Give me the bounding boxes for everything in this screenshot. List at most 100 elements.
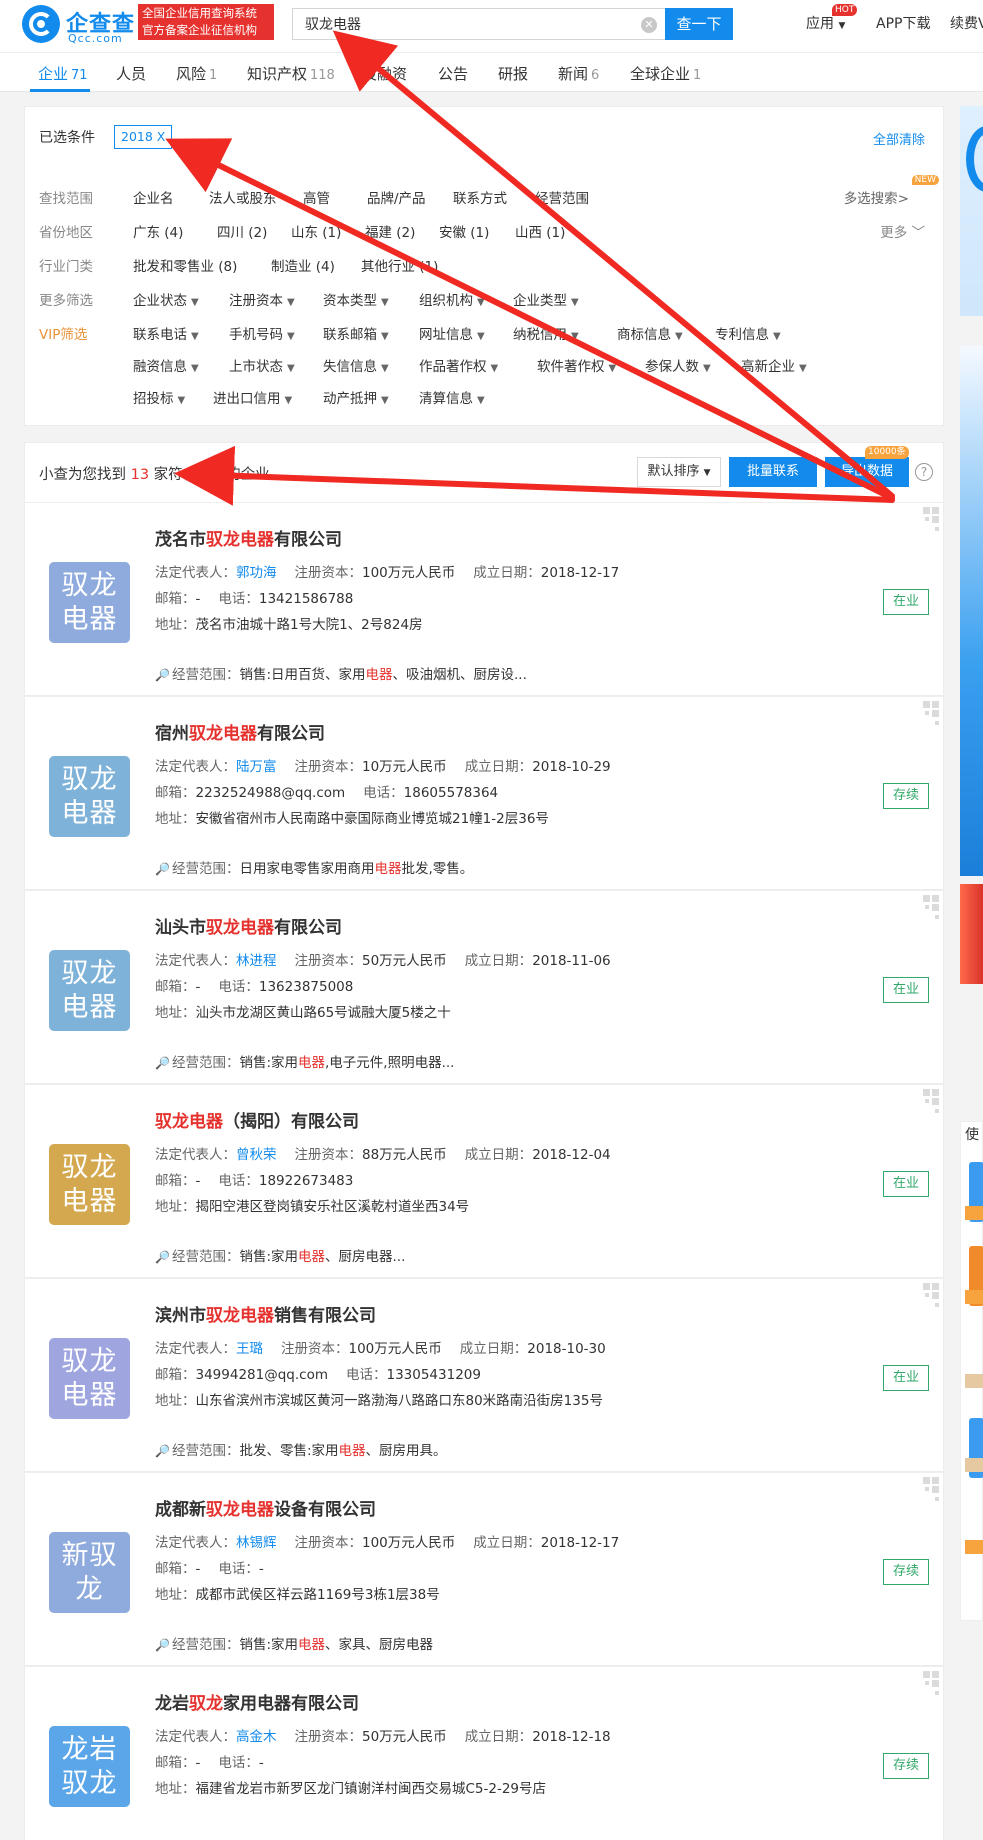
company-name-link[interactable]: 驭龙电器（揭阳）有限公司	[155, 1107, 359, 1132]
filter-dropdown[interactable]: 高新企业 ▼	[741, 355, 807, 375]
qr-code-icon[interactable]	[905, 1281, 941, 1317]
tab-ip[interactable]: 知识产权 118	[247, 63, 335, 84]
filter-dropdown[interactable]: 资本类型 ▼	[323, 289, 389, 309]
company-name-link[interactable]: 宿州驭龙电器有限公司	[155, 719, 325, 744]
filter-dropdown[interactable]: 联系电话 ▼	[133, 323, 199, 343]
more-provinces-link[interactable]: 更多 ﹀	[880, 221, 925, 241]
filter-dropdown[interactable]: 软件著作权 ▼	[537, 355, 616, 375]
filter-option[interactable]: 四川 (2)	[217, 221, 267, 241]
filter-dropdown[interactable]: 融资信息 ▼	[133, 355, 199, 375]
tab-global[interactable]: 全球企业 1	[630, 63, 701, 84]
company-logo[interactable]: 驭龙 电器	[49, 1144, 130, 1225]
filter-dropdown[interactable]: 企业状态 ▼	[133, 289, 199, 309]
nav-app-download[interactable]: APP下载	[876, 13, 930, 33]
tab-investment[interactable]: 投融资	[362, 63, 407, 84]
company-name-link[interactable]: 龙岩驭龙家用电器有限公司	[155, 1689, 359, 1714]
filter-dropdown[interactable]: 上市状态 ▼	[229, 355, 295, 375]
filter-dropdown[interactable]: 失信信息 ▼	[323, 355, 389, 375]
tab-company[interactable]: 企业 71	[38, 63, 88, 84]
company-card[interactable]: 驭龙 电器 滨州市驭龙电器销售有限公司 法定代表人：王璐 注册资本：100万元人民…	[24, 1278, 944, 1472]
qr-code-icon[interactable]	[905, 699, 941, 735]
selected-year-tag[interactable]: 2018 X	[114, 125, 173, 149]
filter-dropdown[interactable]: 联系邮箱 ▼	[323, 323, 389, 343]
multi-select-search-link[interactable]: 多选搜索>	[844, 187, 909, 207]
qr-code-icon[interactable]	[905, 1475, 941, 1511]
qr-code-icon[interactable]	[905, 1669, 941, 1705]
help-icon[interactable]: ?	[915, 463, 933, 481]
filter-option[interactable]: 山东 (1)	[291, 221, 341, 241]
qr-code-icon[interactable]	[905, 893, 941, 929]
filter-option[interactable]: 法人或股东	[209, 187, 277, 207]
filter-dropdown[interactable]: 注册资本 ▼	[229, 289, 295, 309]
side-banner-ad[interactable]	[960, 106, 983, 316]
clear-search-icon[interactable]: ✕	[641, 17, 657, 33]
filter-option[interactable]: 其他行业 (1)	[361, 255, 438, 275]
filter-dropdown[interactable]: 作品著作权 ▼	[419, 355, 498, 375]
company-logo[interactable]: 驭龙 电器	[49, 950, 130, 1031]
company-name-link[interactable]: 茂名市驭龙电器有限公司	[155, 525, 342, 550]
tab-announcement[interactable]: 公告	[438, 63, 468, 84]
filter-option[interactable]: 批发和零售业 (8)	[133, 255, 237, 275]
clear-all-link[interactable]: 全部清除	[873, 129, 925, 148]
filter-option[interactable]: 联系方式	[453, 187, 507, 207]
legal-rep-link[interactable]: 曾秋荣	[236, 1147, 277, 1163]
legal-rep-link[interactable]: 王璐	[236, 1341, 263, 1357]
company-card[interactable]: 龙岩 驭龙 龙岩驭龙家用电器有限公司 法定代表人：高金木 注册资本：50万元人民币…	[24, 1666, 944, 1840]
filter-option[interactable]: 制造业 (4)	[271, 255, 335, 275]
filter-dropdown[interactable]: 纳税信用 ▼	[513, 323, 579, 343]
filter-option[interactable]: 安徽 (1)	[439, 221, 489, 241]
company-name-link[interactable]: 滨州市驭龙电器销售有限公司	[155, 1301, 376, 1326]
company-logo[interactable]: 驭龙 电器	[49, 1338, 130, 1419]
nav-renew-vip[interactable]: 续费VI	[950, 13, 983, 33]
company-logo[interactable]: 驭龙 电器	[49, 756, 130, 837]
filter-option[interactable]: 经营范围	[535, 187, 589, 207]
company-logo[interactable]: 新驭 龙	[49, 1532, 130, 1613]
tab-research[interactable]: 研报	[498, 63, 528, 84]
filter-option[interactable]: 高管	[303, 187, 330, 207]
tab-news[interactable]: 新闻 6	[558, 63, 599, 84]
filter-dropdown[interactable]: 专利信息 ▼	[715, 323, 781, 343]
company-logo[interactable]: 龙岩 驭龙	[49, 1726, 130, 1807]
search-input[interactable]	[293, 9, 633, 39]
nav-app-menu[interactable]: 应用 ▼	[806, 13, 845, 33]
company-card[interactable]: 驭龙 电器 宿州驭龙电器有限公司 法定代表人：陆万富 注册资本：10万元人民币 成立…	[24, 696, 944, 890]
company-card[interactable]: 驭龙 电器 汕头市驭龙电器有限公司 法定代表人：林进程 注册资本：50万元人民币成…	[24, 890, 944, 1084]
search-button[interactable]: 查一下	[665, 8, 733, 40]
company-card[interactable]: 驭龙 电器 茂名市驭龙电器有限公司 法定代表人：郭功海 注册资本：100万元人民币…	[24, 502, 944, 696]
filter-option[interactable]: 福建 (2)	[365, 221, 415, 241]
export-data-button[interactable]: 导出数据	[825, 457, 909, 487]
filter-dropdown[interactable]: 网址信息 ▼	[419, 323, 485, 343]
batch-contact-button[interactable]: 批量联系	[729, 457, 817, 487]
filter-dropdown[interactable]: 组织机构 ▼	[419, 289, 485, 309]
filter-dropdown[interactable]: 企业类型 ▼	[513, 289, 579, 309]
filter-option[interactable]: 品牌/产品	[367, 187, 426, 207]
legal-rep-link[interactable]: 高金木	[236, 1729, 277, 1745]
legal-rep-link[interactable]: 陆万富	[236, 759, 277, 775]
filter-option[interactable]: 广东 (4)	[133, 221, 183, 241]
filter-option[interactable]: 山西 (1)	[515, 221, 565, 241]
filter-dropdown[interactable]: 手机号码 ▼	[229, 323, 295, 343]
legal-rep-link[interactable]: 林进程	[236, 953, 277, 969]
qr-code-icon[interactable]	[905, 505, 941, 541]
legal-rep-link[interactable]: 林锡辉	[236, 1535, 277, 1551]
qcc-logo-icon[interactable]	[22, 5, 60, 43]
side-red-ad[interactable]	[960, 884, 983, 984]
company-name-link[interactable]: 汕头市驭龙电器有限公司	[155, 913, 342, 938]
qr-code-icon[interactable]	[905, 1087, 941, 1123]
filter-dropdown[interactable]: 进出口信用 ▼	[213, 387, 292, 407]
tab-person[interactable]: 人员	[116, 63, 146, 84]
company-card[interactable]: 新驭 龙 成都新驭龙电器设备有限公司 法定代表人：林锡辉 注册资本：100万元人民…	[24, 1472, 944, 1666]
filter-option[interactable]: 企业名	[133, 187, 174, 207]
side-promo-ad[interactable]	[960, 346, 983, 876]
company-logo[interactable]: 驭龙 电器	[49, 562, 130, 643]
filter-dropdown[interactable]: 清算信息 ▼	[419, 387, 485, 407]
tab-risk[interactable]: 风险 1	[176, 63, 217, 84]
company-name-link[interactable]: 成都新驭龙电器设备有限公司	[155, 1495, 376, 1520]
filter-dropdown[interactable]: 动产抵押 ▼	[323, 387, 389, 407]
filter-dropdown[interactable]: 商标信息 ▼	[617, 323, 683, 343]
company-card[interactable]: 驭龙 电器 驭龙电器（揭阳）有限公司 法定代表人：曾秋荣 注册资本：88万元人民币…	[24, 1084, 944, 1278]
filter-dropdown[interactable]: 招投标 ▼	[133, 387, 185, 407]
legal-rep-link[interactable]: 郭功海	[236, 565, 277, 581]
filter-dropdown[interactable]: 参保人数 ▼	[645, 355, 711, 375]
sort-dropdown[interactable]: 默认排序 ▼	[637, 457, 721, 487]
